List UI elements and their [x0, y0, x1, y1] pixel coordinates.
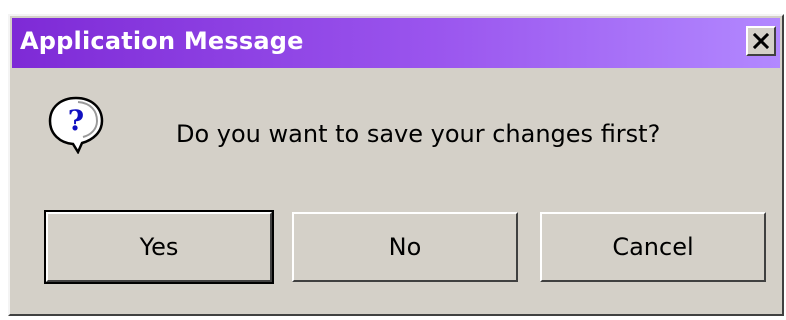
svg-text:?: ? [68, 104, 84, 137]
question-icon: ? [46, 94, 106, 155]
application-message-dialog: Application Message ? Do you want to sav… [8, 14, 784, 316]
dialog-title: Application Message [20, 27, 304, 55]
yes-button[interactable]: Yes [44, 210, 274, 284]
close-button[interactable] [746, 26, 776, 56]
cancel-button[interactable]: Cancel [540, 212, 766, 282]
dialog-message: Do you want to save your changes first? [176, 120, 661, 148]
close-icon [753, 33, 769, 49]
no-button[interactable]: No [292, 212, 518, 282]
title-bar[interactable]: Application Message [12, 18, 780, 68]
